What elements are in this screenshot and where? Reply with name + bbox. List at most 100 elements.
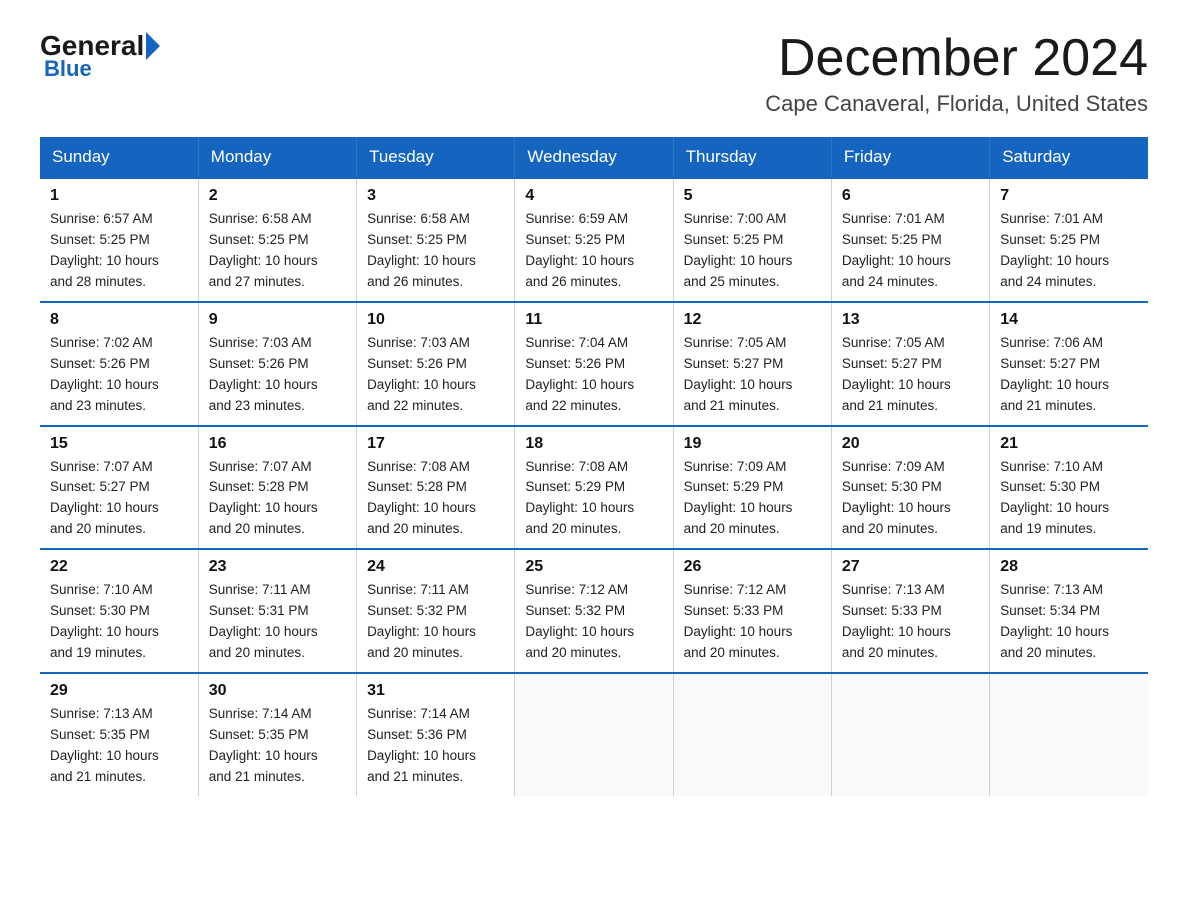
day-info: Sunrise: 7:08 AMSunset: 5:28 PMDaylight:… — [367, 457, 504, 541]
day-info: Sunrise: 6:57 AMSunset: 5:25 PMDaylight:… — [50, 209, 188, 293]
location-subtitle: Cape Canaveral, Florida, United States — [765, 91, 1148, 117]
calendar-cell: 2Sunrise: 6:58 AMSunset: 5:25 PMDaylight… — [198, 178, 356, 302]
calendar-cell: 28 Sunrise: 7:13 AMSunset: 5:34 PMDayligh… — [990, 549, 1148, 673]
day-number: 22 — [50, 558, 188, 576]
week-row-4: 22Sunrise: 7:10 AMSunset: 5:30 PMDayligh… — [40, 549, 1148, 673]
day-info: Sunrise: 7:01 AMSunset: 5:25 PMDaylight:… — [842, 209, 979, 293]
title-block: December 2024 Cape Canaveral, Florida, U… — [765, 30, 1148, 117]
day-number: 9 — [209, 311, 346, 329]
header-day-thursday: Thursday — [673, 137, 831, 178]
day-info: Sunrise: 7:00 AMSunset: 5:25 PMDaylight:… — [684, 209, 821, 293]
day-info: Sunrise: 7:12 AMSunset: 5:33 PMDaylight:… — [684, 580, 821, 664]
calendar-cell: 3Sunrise: 6:58 AMSunset: 5:25 PMDaylight… — [357, 178, 515, 302]
page-header: General Blue December 2024 Cape Canavera… — [40, 30, 1148, 117]
calendar-cell — [831, 673, 989, 796]
day-number: 5 — [684, 187, 821, 205]
day-number: 15 — [50, 435, 188, 453]
day-number: 26 — [684, 558, 821, 576]
header-day-monday: Monday — [198, 137, 356, 178]
header-row: SundayMondayTuesdayWednesdayThursdayFrid… — [40, 137, 1148, 178]
day-number: 19 — [684, 435, 821, 453]
day-info: Sunrise: 7:04 AMSunset: 5:26 PMDaylight:… — [525, 333, 662, 417]
calendar-cell: 31 Sunrise: 7:14 AMSunset: 5:36 PMDayligh… — [357, 673, 515, 796]
calendar-cell — [673, 673, 831, 796]
week-row-1: 1 Sunrise: 6:57 AMSunset: 5:25 PMDaylight… — [40, 178, 1148, 302]
day-info: Sunrise: 7:12 AMSunset: 5:32 PMDaylight:… — [525, 580, 662, 664]
day-info: Sunrise: 7:08 AMSunset: 5:29 PMDaylight:… — [525, 457, 662, 541]
main-title: December 2024 — [765, 30, 1148, 87]
day-info: Sunrise: 7:13 AMSunset: 5:34 PMDaylight:… — [1000, 580, 1138, 664]
day-info: Sunrise: 7:03 AMSunset: 5:26 PMDaylight:… — [209, 333, 346, 417]
day-number: 18 — [525, 435, 662, 453]
day-number: 11 — [525, 311, 662, 329]
day-number: 1 — [50, 187, 188, 205]
day-number: 16 — [209, 435, 346, 453]
calendar-cell: 19 Sunrise: 7:09 AMSunset: 5:29 PMDayligh… — [673, 426, 831, 550]
calendar-cell: 24 Sunrise: 7:11 AMSunset: 5:32 PMDayligh… — [357, 549, 515, 673]
day-number: 29 — [50, 682, 188, 700]
calendar-cell: 13 Sunrise: 7:05 AMSunset: 5:27 PMDayligh… — [831, 302, 989, 426]
day-info: Sunrise: 7:03 AMSunset: 5:26 PMDaylight:… — [367, 333, 504, 417]
day-number: 28 — [1000, 558, 1138, 576]
calendar-cell: 7 Sunrise: 7:01 AMSunset: 5:25 PMDaylight… — [990, 178, 1148, 302]
calendar-cell: 21 Sunrise: 7:10 AMSunset: 5:30 PMDayligh… — [990, 426, 1148, 550]
day-number: 17 — [367, 435, 504, 453]
day-info: Sunrise: 7:02 AMSunset: 5:26 PMDaylight:… — [50, 333, 188, 417]
day-number: 10 — [367, 311, 504, 329]
day-info: Sunrise: 7:10 AMSunset: 5:30 PMDaylight:… — [1000, 457, 1138, 541]
day-info: Sunrise: 7:13 AMSunset: 5:33 PMDaylight:… — [842, 580, 979, 664]
calendar-cell: 12Sunrise: 7:05 AMSunset: 5:27 PMDayligh… — [673, 302, 831, 426]
header-day-sunday: Sunday — [40, 137, 198, 178]
day-info: Sunrise: 7:07 AMSunset: 5:27 PMDaylight:… — [50, 457, 188, 541]
day-number: 23 — [209, 558, 346, 576]
day-info: Sunrise: 7:01 AMSunset: 5:25 PMDaylight:… — [1000, 209, 1138, 293]
day-info: Sunrise: 7:05 AMSunset: 5:27 PMDaylight:… — [842, 333, 979, 417]
day-info: Sunrise: 7:09 AMSunset: 5:29 PMDaylight:… — [684, 457, 821, 541]
calendar-cell: 16 Sunrise: 7:07 AMSunset: 5:28 PMDayligh… — [198, 426, 356, 550]
day-number: 6 — [842, 187, 979, 205]
day-number: 27 — [842, 558, 979, 576]
day-info: Sunrise: 7:11 AMSunset: 5:31 PMDaylight:… — [209, 580, 346, 664]
calendar-cell — [990, 673, 1148, 796]
calendar-cell: 25 Sunrise: 7:12 AMSunset: 5:32 PMDayligh… — [515, 549, 673, 673]
day-info: Sunrise: 6:58 AMSunset: 5:25 PMDaylight:… — [367, 209, 504, 293]
calendar-cell: 9 Sunrise: 7:03 AMSunset: 5:26 PMDaylight… — [198, 302, 356, 426]
day-number: 14 — [1000, 311, 1138, 329]
day-info: Sunrise: 7:14 AMSunset: 5:36 PMDaylight:… — [367, 704, 504, 788]
week-row-5: 29 Sunrise: 7:13 AMSunset: 5:35 PMDayligh… — [40, 673, 1148, 796]
calendar-cell: 18 Sunrise: 7:08 AMSunset: 5:29 PMDayligh… — [515, 426, 673, 550]
header-day-wednesday: Wednesday — [515, 137, 673, 178]
calendar-cell: 8 Sunrise: 7:02 AMSunset: 5:26 PMDaylight… — [40, 302, 198, 426]
calendar-cell: 5 Sunrise: 7:00 AMSunset: 5:25 PMDaylight… — [673, 178, 831, 302]
day-number: 31 — [367, 682, 504, 700]
calendar-table: SundayMondayTuesdayWednesdayThursdayFrid… — [40, 137, 1148, 795]
header-day-friday: Friday — [831, 137, 989, 178]
header-day-saturday: Saturday — [990, 137, 1148, 178]
calendar-cell: 15 Sunrise: 7:07 AMSunset: 5:27 PMDayligh… — [40, 426, 198, 550]
header-day-tuesday: Tuesday — [357, 137, 515, 178]
calendar-cell: 17 Sunrise: 7:08 AMSunset: 5:28 PMDayligh… — [357, 426, 515, 550]
day-number: 25 — [525, 558, 662, 576]
day-number: 2 — [209, 187, 346, 205]
day-info: Sunrise: 7:07 AMSunset: 5:28 PMDaylight:… — [209, 457, 346, 541]
calendar-cell: 23 Sunrise: 7:11 AMSunset: 5:31 PMDayligh… — [198, 549, 356, 673]
calendar-cell — [515, 673, 673, 796]
calendar-cell: 10 Sunrise: 7:03 AMSunset: 5:26 PMDayligh… — [357, 302, 515, 426]
day-number: 8 — [50, 311, 188, 329]
day-number: 13 — [842, 311, 979, 329]
logo-arrow-icon — [146, 32, 160, 60]
day-number: 21 — [1000, 435, 1138, 453]
day-info: Sunrise: 7:11 AMSunset: 5:32 PMDaylight:… — [367, 580, 504, 664]
day-number: 7 — [1000, 187, 1138, 205]
day-info: Sunrise: 7:13 AMSunset: 5:35 PMDaylight:… — [50, 704, 188, 788]
calendar-cell: 26 Sunrise: 7:12 AMSunset: 5:33 PMDayligh… — [673, 549, 831, 673]
logo-blue-text: Blue — [44, 56, 92, 82]
day-number: 30 — [209, 682, 346, 700]
calendar-cell: 30Sunrise: 7:14 AMSunset: 5:35 PMDayligh… — [198, 673, 356, 796]
day-info: Sunrise: 7:05 AMSunset: 5:27 PMDaylight:… — [684, 333, 821, 417]
calendar-cell: 1 Sunrise: 6:57 AMSunset: 5:25 PMDaylight… — [40, 178, 198, 302]
week-row-2: 8 Sunrise: 7:02 AMSunset: 5:26 PMDaylight… — [40, 302, 1148, 426]
day-info: Sunrise: 7:09 AMSunset: 5:30 PMDaylight:… — [842, 457, 979, 541]
logo: General Blue — [40, 30, 162, 82]
day-number: 24 — [367, 558, 504, 576]
